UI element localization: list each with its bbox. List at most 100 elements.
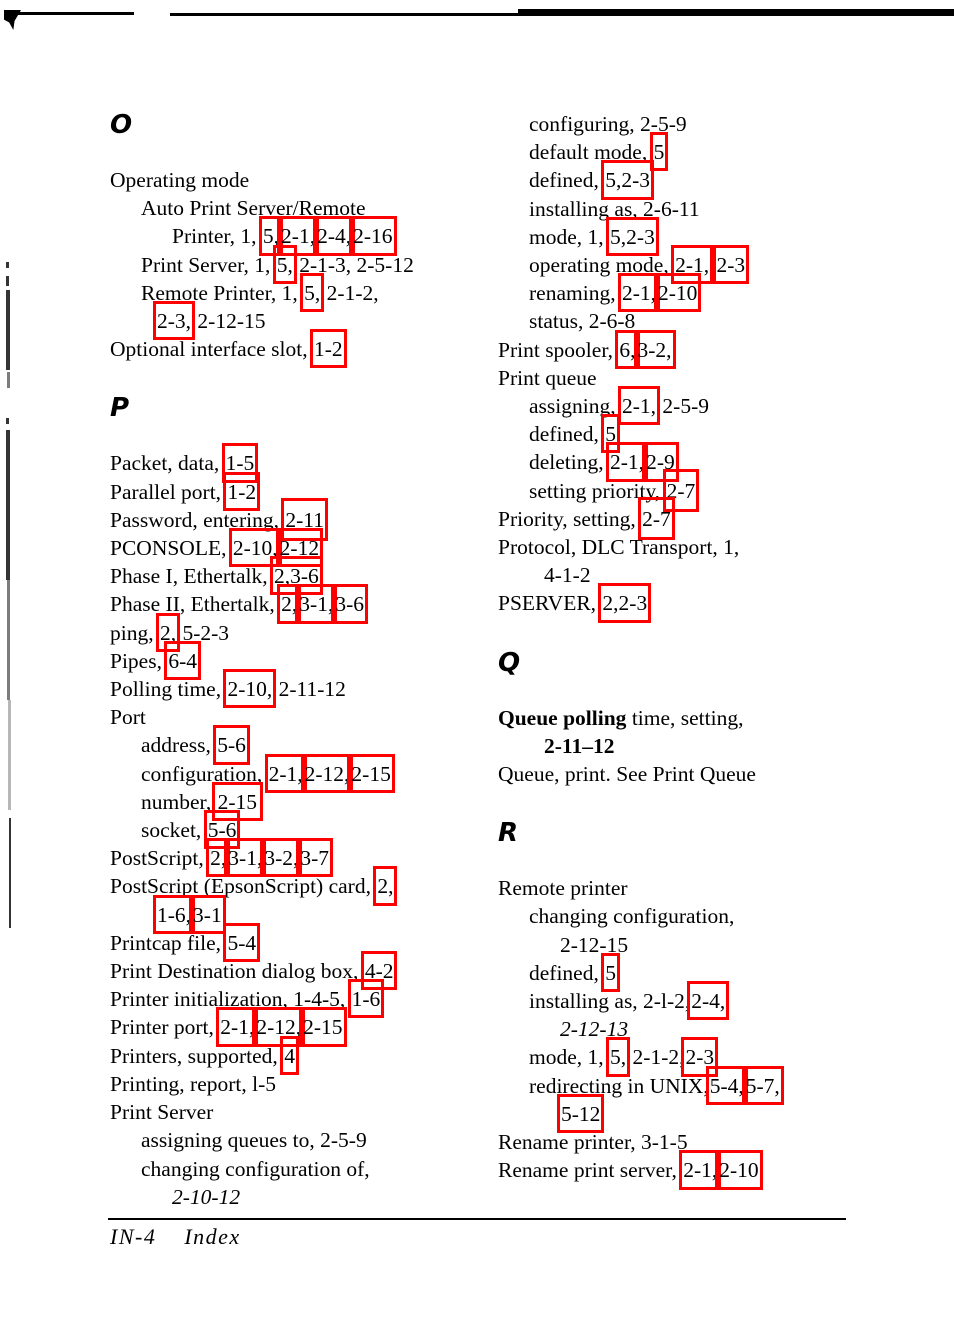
page-ref-annotation: 5-4, bbox=[705, 1065, 748, 1106]
entry-text: deleting, bbox=[529, 450, 604, 475]
entry-text: Protocol, DLC Transport, 1, bbox=[498, 535, 740, 560]
page-ref-annotation: 2-4, bbox=[687, 981, 730, 1021]
footer-divider-rule bbox=[108, 1218, 846, 1220]
scan-artifact-streak bbox=[6, 262, 9, 268]
index-entry: Phase I, Ethertalk, 2,3-6 bbox=[110, 556, 488, 596]
page-ref: 2-15 bbox=[351, 761, 391, 786]
index-entry: default mode, 5 bbox=[498, 132, 876, 172]
page-ref: 5, bbox=[276, 252, 293, 277]
page-ref: 2-10 bbox=[719, 1158, 759, 1183]
index-entry: 4-1-2 bbox=[498, 561, 876, 589]
page-ref: 2-1, bbox=[621, 281, 656, 306]
index-entry: operating mode, 2-1, 2-3 bbox=[498, 244, 876, 285]
entry-text: configuring, 2-5-9 bbox=[529, 112, 687, 136]
entry-text: Printing, report, l-5 bbox=[110, 1071, 277, 1096]
entry-text: PostScript, bbox=[110, 846, 204, 871]
page-ref: 2-4, bbox=[691, 989, 726, 1014]
entry-text: changing configuration, bbox=[529, 904, 735, 929]
page-ref: 2-12, bbox=[304, 761, 350, 786]
index-entry: 2-3, 2-12-15 bbox=[110, 300, 488, 341]
page-ref-annotation: 3-1, bbox=[295, 584, 338, 624]
page-ref: 5 bbox=[605, 422, 616, 447]
footer: IN-4 Index bbox=[110, 1224, 241, 1250]
entry-text: number, bbox=[141, 789, 212, 814]
index-entry: Phase II, Ethertalk, 2,3-1,3-6 bbox=[110, 584, 488, 624]
page-ref-annotation: 2-1, bbox=[606, 442, 649, 482]
index-entry: number, 2-15 bbox=[110, 781, 488, 822]
page-ref-annotation: 2-10 bbox=[715, 1150, 764, 1190]
page-ref: 5-6 bbox=[217, 733, 246, 758]
index-entry: 2-12-15 bbox=[498, 931, 876, 959]
entry-text: Print Server bbox=[110, 1100, 214, 1125]
entry-text: defined, bbox=[529, 168, 599, 193]
entry-text-mid: 2-1-2, bbox=[632, 1045, 685, 1070]
entry-text-suffix: 2-1-2, bbox=[326, 280, 379, 305]
index-entry: Pipes, 6-4 bbox=[110, 640, 488, 681]
section-heading-p: P bbox=[110, 393, 130, 424]
index-entry: Printer initialization, 1-4-5, 1-6 bbox=[110, 979, 488, 1019]
index-entry: 5-12 bbox=[498, 1093, 876, 1134]
index-entry: Print queue bbox=[498, 364, 876, 392]
index-entry: mode, 1, 5, 2-1-2,2-3 bbox=[498, 1037, 876, 1077]
index-entry: redirecting in UNIX,5-4,5-7, bbox=[498, 1065, 876, 1106]
page-ref: 5-6 bbox=[207, 818, 237, 843]
entry-text: Remote Printer, 1, bbox=[141, 280, 298, 305]
section-heading-r: R bbox=[498, 818, 519, 849]
index-entry: 2-11–12 bbox=[498, 732, 876, 760]
page-ref: 5-4 bbox=[227, 930, 257, 955]
page-ref: 5-12 bbox=[561, 1101, 601, 1126]
index-entry: defined, 5 bbox=[498, 952, 876, 993]
entry-text: Rename print server, bbox=[498, 1158, 677, 1183]
page-ref: 3-1, bbox=[299, 592, 334, 617]
page-ref-annotation: 2, bbox=[155, 612, 181, 653]
index-entry: Print spooler, 6,3-2, bbox=[498, 329, 876, 370]
page-ref-annotation: 2-15 bbox=[211, 781, 264, 822]
page-ref: 2-10, bbox=[232, 536, 278, 561]
page-ref: 2-16 bbox=[353, 224, 393, 249]
page-ref-annotation: 5-4 bbox=[223, 922, 260, 963]
page-ref-annotation: 5-6 bbox=[203, 810, 241, 850]
entry-text: Polling time, bbox=[110, 677, 222, 702]
index-entry: PostScript, 2,3-1,3-2,3-7 bbox=[110, 838, 488, 878]
page-ref: 3-1 bbox=[193, 902, 222, 927]
page-ref-annotation: 2, bbox=[277, 584, 302, 624]
section-heading-o: O bbox=[110, 110, 133, 140]
page-ref-annotation: 1-6 bbox=[347, 979, 384, 1019]
entry-text: Print spooler, bbox=[498, 337, 613, 362]
entry-text: installing as, 2-l-2, bbox=[529, 989, 691, 1014]
page-ref-annotation: 6-4 bbox=[164, 640, 201, 681]
page-ref-annotation: 5,2-3 bbox=[601, 160, 654, 200]
index-entry: defined, 5 bbox=[498, 414, 876, 454]
page-ref: 1-5 bbox=[225, 451, 255, 476]
entry-text: defined, bbox=[529, 422, 599, 447]
page-ref: 2-1, bbox=[683, 1158, 718, 1183]
entry-text: Print Destination dialog box, bbox=[110, 959, 359, 984]
scan-artifact-streak bbox=[6, 418, 9, 424]
entry-text: socket, bbox=[141, 818, 202, 843]
page-ref: 3-2, bbox=[264, 846, 299, 871]
page-ref: 2, bbox=[377, 874, 394, 899]
page-ref-annotation: 2-15 bbox=[299, 1007, 348, 1047]
page-ref: 5, bbox=[605, 168, 622, 193]
entry-text: defined, bbox=[529, 960, 599, 985]
entry-text: ping, bbox=[110, 620, 154, 645]
page-ref: 6, bbox=[619, 337, 636, 362]
entry-text: address, bbox=[141, 733, 211, 758]
index-entry: socket, 5-6 bbox=[110, 810, 488, 850]
page-ref-annotation: 3-2, bbox=[633, 329, 676, 370]
index-entry: Auto Print Server/Remote bbox=[110, 194, 488, 222]
entry-text: Operating mode bbox=[110, 168, 250, 192]
index-entry: Remote printer bbox=[498, 874, 876, 902]
page-ref: 5 bbox=[653, 140, 665, 165]
index-entry: ping, 2, 5-2-3 bbox=[110, 612, 488, 653]
page-ref: 2-3 bbox=[716, 253, 746, 278]
index-entry: PostScript (EpsonScript) card, 2, bbox=[110, 866, 488, 906]
index-entry: Print Server, 1, 5, 2-1-3, 2-5-12 bbox=[110, 244, 488, 285]
page-ref-annotation: 3-2, bbox=[260, 838, 303, 878]
page-ref: 5-4, bbox=[709, 1073, 744, 1098]
page-ref: 2-9 bbox=[646, 450, 675, 475]
index-entry: changing configuration of, bbox=[110, 1155, 488, 1183]
